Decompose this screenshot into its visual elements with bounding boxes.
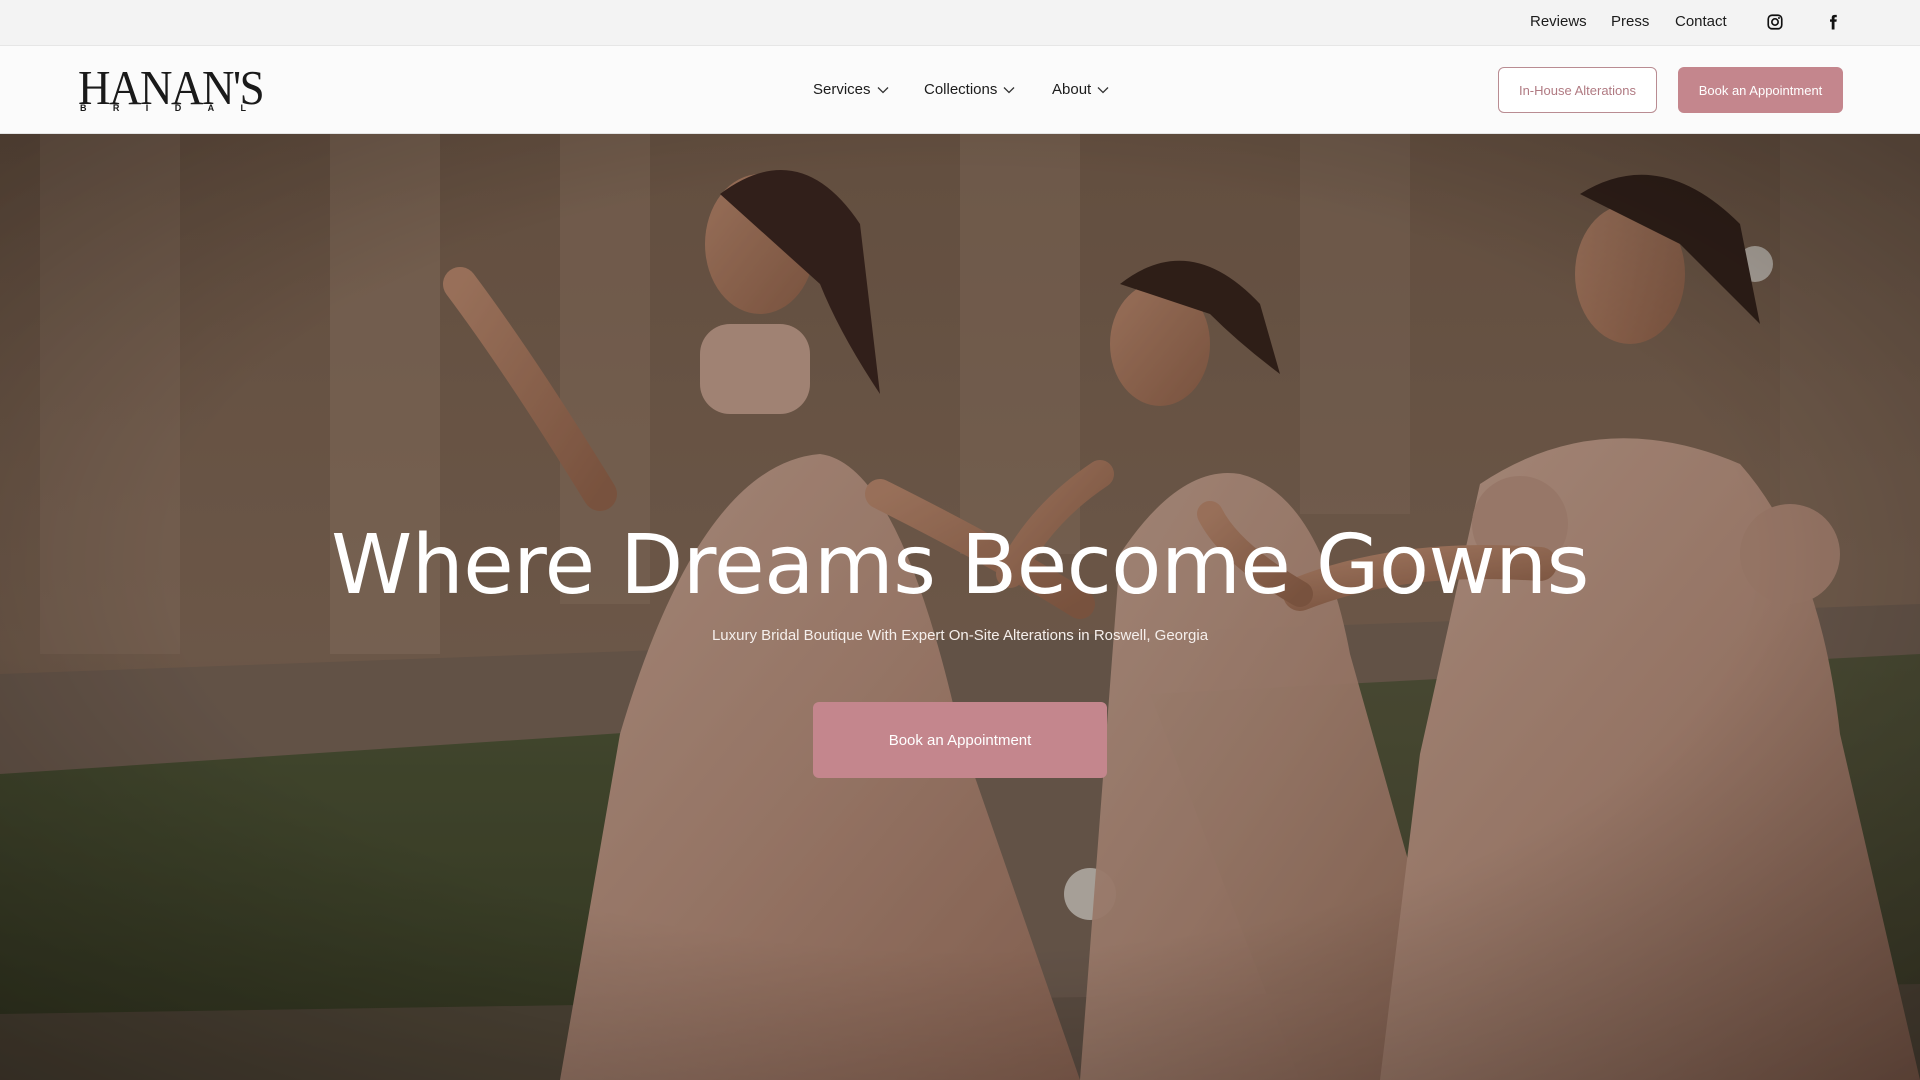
hero-section: Where Dreams Become Gowns Luxury Bridal …: [0, 134, 1920, 1080]
nav-item-label: Services: [813, 81, 871, 98]
chevron-down-icon: [1097, 87, 1109, 94]
logo-subtitle: BRIDAL: [80, 103, 246, 113]
nav-item-about[interactable]: About: [1052, 80, 1109, 100]
chevron-down-icon: [1003, 87, 1015, 94]
contact-link[interactable]: Contact: [1675, 12, 1727, 32]
main-header: HANAN'S BRIDAL Services Collections Abou…: [0, 46, 1920, 134]
hero-title: Where Dreams Become Gowns: [331, 518, 1589, 613]
nav-item-label: Collections: [924, 81, 998, 98]
instagram-icon[interactable]: [1766, 13, 1784, 31]
hero-subtitle: Luxury Bridal Boutique With Expert On-Si…: [711, 627, 1209, 644]
press-link[interactable]: Press: [1611, 12, 1649, 32]
in-house-alterations-button[interactable]: In-House Alterations: [1498, 67, 1657, 113]
hanans-bridal-logo[interactable]: HANAN'S BRIDAL: [78, 63, 265, 116]
utility-bar: Reviews Press Contact: [0, 0, 1920, 46]
nav-item-collections[interactable]: Collections: [924, 80, 1015, 100]
nav-item-services[interactable]: Services: [813, 80, 889, 100]
facebook-icon[interactable]: [1824, 13, 1842, 31]
hero-book-appointment-button[interactable]: Book an Appointment: [813, 702, 1107, 778]
chevron-down-icon: [877, 87, 888, 94]
nav-item-label: About: [1052, 81, 1092, 98]
book-appointment-button[interactable]: Book an Appointment: [1678, 67, 1843, 113]
reviews-link[interactable]: Reviews: [1530, 12, 1587, 32]
